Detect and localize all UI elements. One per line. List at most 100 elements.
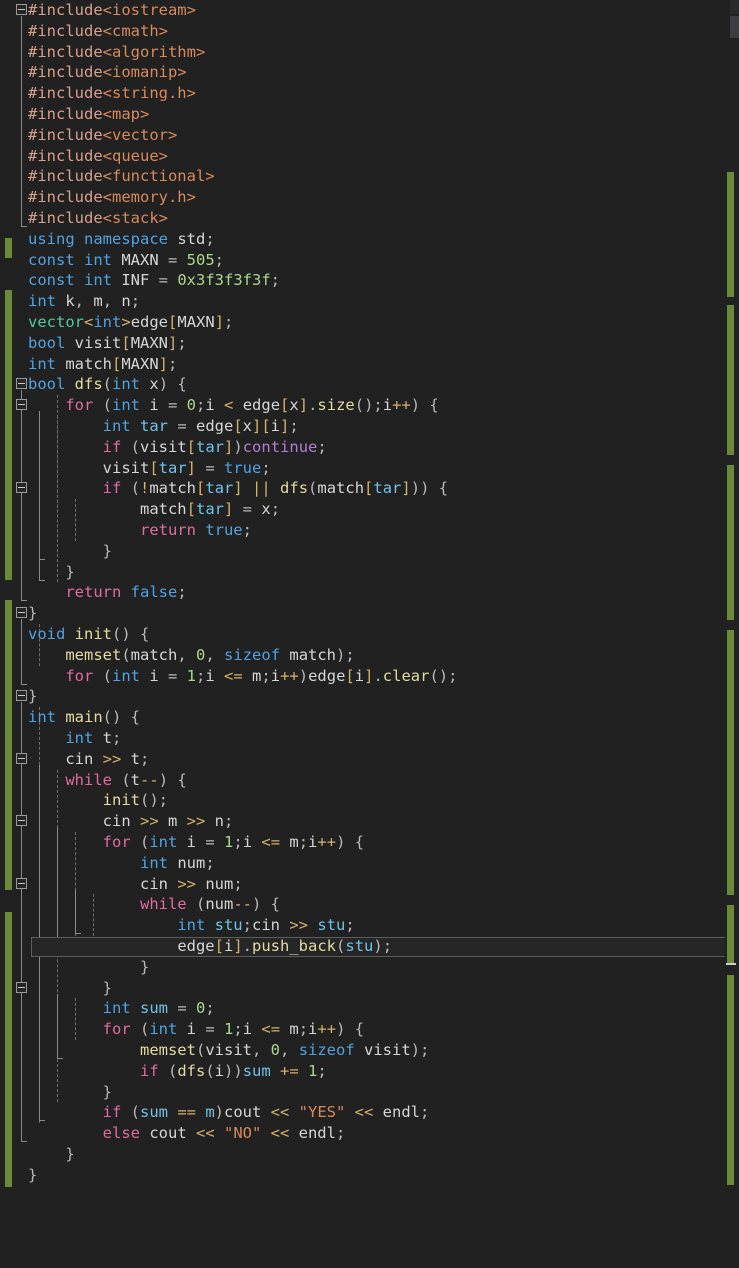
code-line[interactable]: while (t--) { xyxy=(28,770,186,791)
code-line[interactable]: #include<cmath> xyxy=(28,21,168,42)
token-pn: . xyxy=(242,937,253,955)
token-op: ++ xyxy=(280,666,299,685)
code-line[interactable]: } xyxy=(28,562,74,583)
code-line[interactable]: if (visit[tar])continue; xyxy=(28,437,327,458)
scrollbar-thumb[interactable] xyxy=(730,16,739,38)
code-line[interactable]: cin >> m >> n; xyxy=(28,811,234,832)
code-line[interactable]: #include<map> xyxy=(28,104,149,125)
code-line[interactable]: bool visit[MAXN]; xyxy=(28,333,187,354)
code-line[interactable]: int sum = 0; xyxy=(28,998,215,1019)
code-line[interactable]: int t; xyxy=(28,728,121,749)
code-line[interactable]: for (int i = 0;i < edge[x].size();i++) { xyxy=(28,395,439,416)
code-line[interactable]: int stu;cin >> stu; xyxy=(28,915,354,936)
code-line[interactable]: return false; xyxy=(28,582,186,603)
fold-toggle-icon[interactable] xyxy=(16,399,27,411)
code-line[interactable]: #include<iomanip> xyxy=(28,62,187,83)
change-marker xyxy=(5,912,12,1187)
code-line[interactable]: for (int i = 1;i <= m;i++)edge[i].clear(… xyxy=(28,666,457,687)
token-op: [ xyxy=(345,666,355,685)
code-line[interactable]: #include<memory.h> xyxy=(28,187,196,208)
token-op: >> xyxy=(279,916,318,935)
token-op: <= xyxy=(252,1020,290,1039)
token-pn: ) { xyxy=(410,396,439,415)
token-hdr: <functional> xyxy=(102,167,215,186)
code-line[interactable]: memset(visit, 0, sizeof visit); xyxy=(28,1040,429,1061)
code-line[interactable]: #include<queue> xyxy=(28,146,168,167)
change-marker xyxy=(5,290,12,580)
token-pn xyxy=(28,854,140,872)
code-line[interactable]: } xyxy=(28,1082,112,1103)
code-line[interactable]: for (int i = 1;i <= m;i++) { xyxy=(28,1019,364,1040)
fold-toggle-icon[interactable] xyxy=(16,752,27,764)
token-id: MAXN xyxy=(121,354,159,373)
token-num: 0 xyxy=(270,1041,281,1059)
code-line[interactable]: } xyxy=(28,603,37,624)
token-fn: memset xyxy=(65,645,122,664)
token-op: -- xyxy=(233,895,252,914)
token-pn: ) { xyxy=(336,1020,365,1039)
code-line[interactable]: if (!match[tar] || dfs(match[tar])) { xyxy=(28,478,448,499)
overview-ruler[interactable] xyxy=(725,0,739,1268)
token-pn: ( xyxy=(121,645,131,664)
token-pn xyxy=(28,916,177,934)
code-line[interactable]: #include<stack> xyxy=(28,208,168,229)
fold-toggle-icon[interactable] xyxy=(16,981,27,993)
fold-toggle-icon[interactable] xyxy=(16,4,27,15)
code-line[interactable]: init(); xyxy=(28,790,168,811)
fold-toggle-icon[interactable] xyxy=(16,482,27,494)
code-line[interactable]: int match[MAXN]; xyxy=(28,354,177,375)
fold-toggle-icon[interactable] xyxy=(16,877,27,889)
code-line[interactable]: cin >> num; xyxy=(28,874,243,895)
code-line[interactable]: #include<string.h> xyxy=(28,83,196,104)
code-line[interactable]: visit[tar] = true; xyxy=(28,458,271,479)
code-editor[interactable]: #include<iostream> #include<cmath> #includ… xyxy=(0,0,739,1268)
token-id: match xyxy=(65,354,112,373)
token-pn xyxy=(28,833,103,851)
fold-toggle-icon[interactable] xyxy=(16,607,27,619)
code-line[interactable]: int num; xyxy=(28,853,215,874)
code-line[interactable]: bool dfs(int x) { xyxy=(28,374,187,395)
code-line[interactable]: const int MAXN = 505; xyxy=(28,250,224,271)
code-line[interactable]: int main() { xyxy=(28,707,140,728)
code-line[interactable]: match[tar] = x; xyxy=(28,499,280,520)
code-line[interactable]: } xyxy=(28,1165,37,1186)
code-line[interactable]: vector<int>edge[MAXN]; xyxy=(28,312,233,333)
code-line[interactable]: else cout << "NO" << endl; xyxy=(28,1123,346,1144)
code-line[interactable]: } xyxy=(28,686,37,707)
token-id: visit xyxy=(74,333,122,352)
code-line[interactable]: #include<functional> xyxy=(28,166,215,187)
code-line[interactable]: const int INF = 0x3f3f3f3f; xyxy=(28,270,280,291)
code-line[interactable]: #include<algorithm> xyxy=(28,42,205,63)
token-pn: ; xyxy=(205,229,215,248)
token-op: ++ xyxy=(392,396,411,415)
code-line[interactable]: while (num--) { xyxy=(28,894,280,915)
code-line[interactable]: } xyxy=(28,1144,74,1165)
token-hdr: <algorithm> xyxy=(102,42,206,61)
code-line[interactable]: memset(match, 0, sizeof match); xyxy=(28,645,354,666)
code-line[interactable]: for (int i = 1;i <= m;i++) { xyxy=(28,832,364,853)
code-line[interactable]: edge[i].push_back(stu); xyxy=(28,936,392,957)
fold-toggle-icon[interactable] xyxy=(16,378,27,390)
code-line[interactable]: } xyxy=(28,957,149,978)
code-line[interactable]: void init() { xyxy=(28,624,149,645)
code-line[interactable]: } xyxy=(28,978,112,999)
code-line[interactable]: } xyxy=(28,541,112,562)
code-line[interactable]: cin >> t; xyxy=(28,749,149,770)
fold-toggle-icon[interactable] xyxy=(16,815,27,827)
code-line[interactable]: #include<iostream> xyxy=(28,0,196,21)
token-op: < xyxy=(214,396,243,415)
code-line[interactable]: if (dfs(i))sum += 1; xyxy=(28,1061,327,1082)
token-kw: int xyxy=(93,313,122,331)
token-pn: ; xyxy=(270,500,281,519)
scrollbar-track[interactable] xyxy=(730,0,739,14)
code-line[interactable]: using namespace std; xyxy=(28,229,215,250)
code-line[interactable]: int k, m, n; xyxy=(28,291,140,312)
token-op: << xyxy=(186,1124,224,1143)
token-pn: ; xyxy=(168,354,178,373)
code-line[interactable]: int tar = edge[x][i]; xyxy=(28,416,299,437)
code-line[interactable]: if (sum == m)cout << "YES" << endl; xyxy=(28,1102,430,1123)
code-line[interactable]: #include<vector> xyxy=(28,125,177,146)
token-op: << xyxy=(345,1103,383,1122)
fold-toggle-icon[interactable] xyxy=(16,690,27,702)
code-line[interactable]: return true; xyxy=(28,520,252,541)
